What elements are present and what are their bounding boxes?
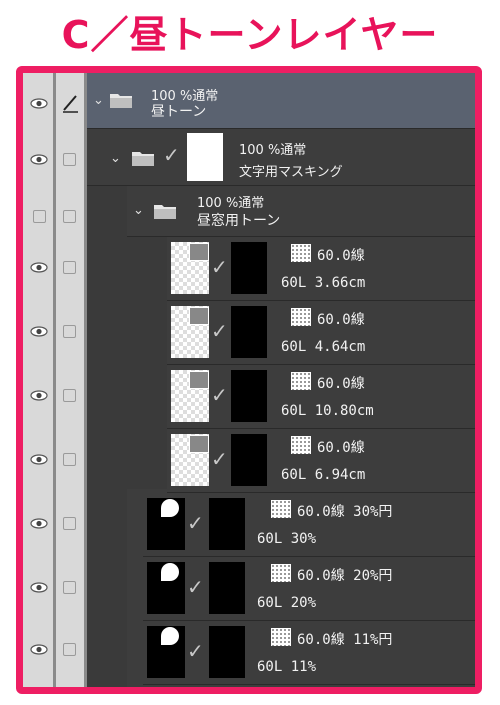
lock-checkbox[interactable] xyxy=(63,153,76,166)
tone-info: 60L 20% xyxy=(257,595,317,611)
checkmark-icon: ✓ xyxy=(187,575,204,599)
layer-row[interactable]: ✓ 60.0線 20%円 60L 20% xyxy=(143,557,475,621)
layer-row[interactable]: ✓ 60.0線 11%円 60L 11% xyxy=(143,621,475,685)
tone-info: 60L 3.66cm xyxy=(281,275,366,291)
mask-thumbnail xyxy=(231,306,267,358)
tone-pattern-icon xyxy=(291,436,311,454)
tone-badge-icon xyxy=(189,371,209,389)
checkmark-icon: ✓ xyxy=(211,447,228,471)
eye-icon[interactable] xyxy=(30,154,48,165)
mask-thumbnail xyxy=(187,133,223,181)
lock-checkbox[interactable] xyxy=(63,261,76,274)
layer-name: 昼窓用トーン xyxy=(197,213,281,229)
eye-icon[interactable] xyxy=(30,390,48,401)
mask-thumbnail xyxy=(209,626,245,678)
chevron-down-icon[interactable]: ⌄ xyxy=(93,93,104,108)
tone-info: 60L 4.64cm xyxy=(281,339,366,355)
tone-pattern-icon xyxy=(291,308,311,326)
layer-row[interactable]: ✓ 60.0線 30%円 60L 30% xyxy=(143,493,475,557)
lock-checkbox[interactable] xyxy=(63,581,76,594)
indent-guide xyxy=(127,237,167,489)
indent-guide xyxy=(87,186,127,687)
tone-lines: 60.0線 20%円 xyxy=(297,568,393,584)
lock-checkbox[interactable] xyxy=(63,325,76,338)
mask-thumbnail xyxy=(231,434,267,486)
tone-lines: 60.0線 11%円 xyxy=(297,632,393,648)
tone-pattern-icon xyxy=(271,628,291,646)
pen-icon[interactable] xyxy=(61,93,79,113)
tone-pattern-icon xyxy=(291,244,311,262)
eye-icon[interactable] xyxy=(30,454,48,465)
layer-row[interactable]: ✓ 60.0線 60L 6.94cm xyxy=(167,429,475,493)
visibility-column xyxy=(23,73,53,687)
layer-row[interactable]: ✓ 60.0線 60L 4.64cm xyxy=(167,301,475,365)
visibility-checkbox[interactable] xyxy=(33,210,46,223)
layer-name: 文字用マスキング xyxy=(239,165,343,180)
layer-row[interactable]: ⌄ ✓ 100 %通常 文字用マスキング xyxy=(87,129,475,186)
eye-icon[interactable] xyxy=(30,644,48,655)
checkmark-icon: ✓ xyxy=(211,255,228,279)
tone-badge-icon xyxy=(161,627,179,645)
layer-opacity-blend: 100 %通常 xyxy=(239,143,307,158)
layer-list: ⌄ 100 %通常 昼トーン ⌄ ✓ 100 %通常 文字用マスキング ⌄ 10… xyxy=(87,73,475,687)
mask-thumbnail xyxy=(231,242,267,294)
folder-icon xyxy=(132,152,154,166)
tone-info: 60L 30% xyxy=(257,531,317,547)
lock-checkbox[interactable] xyxy=(63,453,76,466)
lock-checkbox[interactable] xyxy=(63,389,76,402)
tone-pattern-icon xyxy=(271,564,291,582)
tone-info: 60L 10.80cm xyxy=(281,403,374,419)
mask-thumbnail xyxy=(231,370,267,422)
tone-lines: 60.0線 xyxy=(317,376,365,392)
layer-panel: ⌄ 100 %通常 昼トーン ⌄ ✓ 100 %通常 文字用マスキング ⌄ 10… xyxy=(16,66,482,694)
checkmark-icon: ✓ xyxy=(163,143,180,167)
tone-badge-icon xyxy=(189,243,209,261)
folder-icon xyxy=(110,94,132,108)
tone-badge-icon xyxy=(161,563,179,581)
tone-lines: 60.0線 30%円 xyxy=(297,504,393,520)
folder-icon xyxy=(154,205,176,219)
tone-info: 60L 6.94cm xyxy=(281,467,366,483)
layer-row[interactable]: ✓ 60.0線 60L 3.66cm xyxy=(167,237,475,301)
tone-pattern-icon xyxy=(271,500,291,518)
lock-checkbox[interactable] xyxy=(63,643,76,656)
page-title: C／昼トーンレイヤー xyxy=(61,13,439,57)
mask-thumbnail xyxy=(209,498,245,550)
layer-opacity-blend: 100 %通常 xyxy=(197,196,265,211)
checkmark-icon: ✓ xyxy=(211,383,228,407)
eye-icon[interactable] xyxy=(30,98,48,109)
eye-icon[interactable] xyxy=(30,518,48,529)
mask-thumbnail xyxy=(209,562,245,614)
tone-info: 60L 11% xyxy=(257,659,317,675)
checkmark-icon: ✓ xyxy=(211,319,228,343)
lock-checkbox[interactable] xyxy=(63,517,76,530)
tone-lines: 60.0線 xyxy=(317,248,365,264)
tone-badge-icon xyxy=(189,307,209,325)
eye-icon[interactable] xyxy=(30,326,48,337)
layer-name: 昼トーン xyxy=(151,104,207,120)
checkmark-icon: ✓ xyxy=(187,511,204,535)
tone-pattern-icon xyxy=(291,372,311,390)
chevron-down-icon[interactable]: ⌄ xyxy=(110,151,121,166)
layer-row[interactable]: ⌄ 100 %通常 昼トーン xyxy=(87,73,475,129)
tone-lines: 60.0線 xyxy=(317,312,365,328)
eye-icon[interactable] xyxy=(30,262,48,273)
layer-row[interactable]: ✓ 60.0線 60L 10.80cm xyxy=(167,365,475,429)
checkmark-icon: ✓ xyxy=(187,639,204,663)
tone-badge-icon xyxy=(189,435,209,453)
layer-row[interactable]: ⌄ 100 %通常 昼窓用トーン xyxy=(127,186,475,237)
tone-lines: 60.0線 xyxy=(317,440,365,456)
eye-icon[interactable] xyxy=(30,582,48,593)
tone-badge-icon xyxy=(161,499,179,517)
lock-checkbox[interactable] xyxy=(63,210,76,223)
chevron-down-icon[interactable]: ⌄ xyxy=(133,203,144,218)
